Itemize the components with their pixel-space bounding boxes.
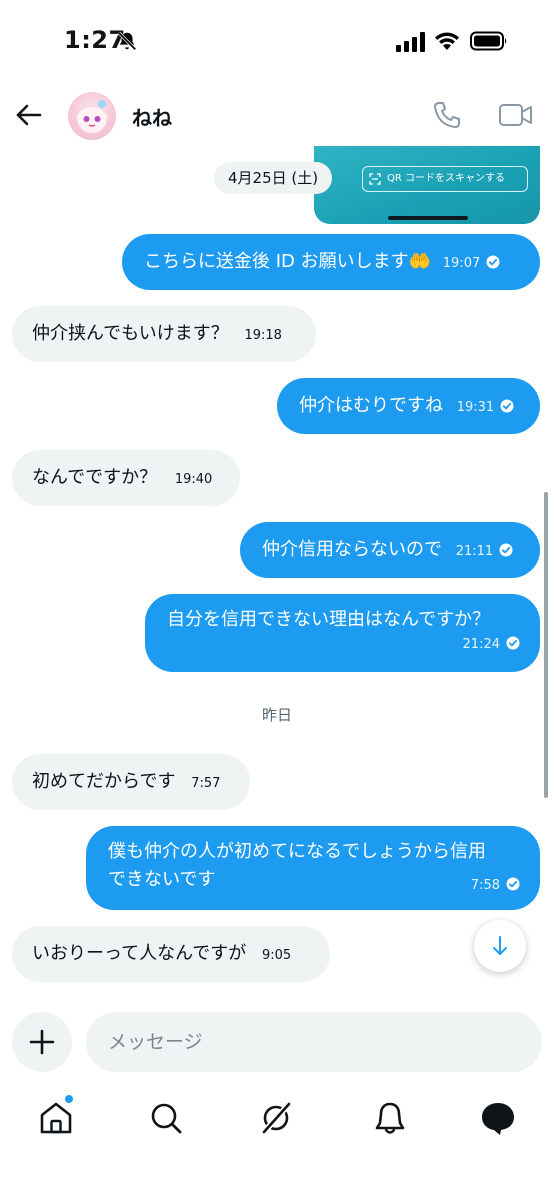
message-text: 自分を信用できない理由はなんですか？ (167, 609, 491, 630)
day-separator: 昨日 (261, 706, 292, 724)
grok-icon (261, 1102, 292, 1134)
message-bubble-incoming[interactable]: いおりーって人なんですが 9:05 (12, 926, 330, 982)
contact-name[interactable]: ねね (132, 102, 172, 131)
shared-image-card[interactable]: QR コードをスキャンする (314, 146, 540, 224)
wifi-icon (435, 32, 459, 50)
notification-dot (64, 1094, 74, 1104)
scroll-to-bottom-button[interactable] (474, 920, 526, 972)
message-bubble-incoming[interactable]: 仲介挟んでもいけます？ 19:18 (12, 306, 316, 362)
date-chip: 4月25日 (土) (214, 162, 333, 194)
message-text: いおりーって人なんですが (32, 943, 247, 964)
bottom-navigation (0, 1088, 554, 1148)
message-time: 21:24 (462, 637, 500, 652)
sent-check-icon (486, 255, 500, 269)
message-bubble-outgoing[interactable]: こちらに送金後 ID お願いします🤲 19:07 (122, 234, 540, 290)
message-text: なんでですか？ (32, 467, 158, 488)
message-bubble-outgoing[interactable]: 自分を信用できない理由はなんですか？ 21:24 (145, 594, 540, 672)
nav-grok[interactable] (256, 1098, 296, 1138)
message-composer (0, 1008, 554, 1076)
notifications-icon (375, 1102, 405, 1134)
messages-icon (482, 1103, 514, 1135)
signal-icon (396, 32, 425, 52)
nav-notifications[interactable] (370, 1098, 410, 1138)
search-icon (151, 1103, 182, 1134)
message-bubble-incoming[interactable]: 初めてだからです 7:57 (12, 754, 250, 810)
nav-search[interactable] (146, 1098, 186, 1138)
message-time: 21:11 (455, 544, 494, 559)
conversation-header: ねね (0, 84, 554, 146)
add-media-button[interactable] (12, 1012, 72, 1072)
plus-icon (29, 1029, 55, 1055)
message-list[interactable]: QR コードをスキャンする 4月25日 (土) こちらに送金後 ID お願いしま… (0, 146, 554, 994)
avatar-illustration (77, 100, 107, 133)
message-bubble-outgoing[interactable]: 仲介信用ならないので 21:11 (240, 522, 540, 578)
qr-scan-button: QR コードをスキャンする (362, 166, 528, 192)
sent-check-icon (500, 399, 514, 413)
message-time: 7:57 (191, 776, 221, 791)
qr-scan-label: QR コードをスキャンする (387, 173, 505, 184)
message-text-continued: できないです (108, 869, 216, 890)
video-icon[interactable] (496, 98, 536, 132)
scan-icon (369, 173, 381, 185)
home-indicator-area (0, 1182, 554, 1200)
message-time: 19:18 (244, 328, 282, 343)
sent-check-icon (506, 636, 520, 650)
phone-icon[interactable] (430, 98, 464, 132)
sent-check-icon (499, 543, 513, 557)
message-text: 僕も仲介の人が初めてになるでしょうから信用 (108, 841, 486, 862)
battery-icon (470, 31, 507, 51)
bell-slash-icon (117, 31, 137, 51)
message-input[interactable] (86, 1012, 542, 1072)
back-arrow-icon[interactable] (12, 98, 46, 132)
scrollbar[interactable] (544, 492, 548, 798)
message-time: 19:31 (456, 400, 495, 415)
message-bubble-outgoing[interactable]: 仲介はむりですね 19:31 (277, 378, 540, 434)
avatar[interactable] (68, 92, 116, 140)
message-time: 19:07 (442, 256, 481, 271)
message-bubble-outgoing[interactable]: 僕も仲介の人が初めてになるでしょうから信用 できないです 7:58 (86, 826, 540, 910)
message-time: 19:40 (174, 472, 213, 487)
message-text: こちらに送金後 ID お願いします🤲 (144, 251, 432, 272)
status-bar: 1:27 (0, 0, 554, 84)
image-handle (388, 216, 468, 220)
message-time: 7:58 (470, 878, 500, 893)
nav-home[interactable] (36, 1094, 76, 1138)
message-bubble-incoming[interactable]: なんでですか？ 19:40 (12, 450, 240, 506)
arrow-down-icon (493, 936, 507, 955)
message-text: 仲介はむりですね (299, 395, 443, 416)
message-time: 9:05 (261, 948, 292, 963)
message-text: 仲介挟んでもいけます？ (32, 323, 229, 344)
sent-check-icon (506, 877, 520, 891)
message-text: 初めてだからです (32, 771, 176, 792)
home-icon (40, 1102, 72, 1134)
nav-messages[interactable] (478, 1098, 518, 1138)
message-text: 仲介信用ならないので (262, 539, 442, 560)
